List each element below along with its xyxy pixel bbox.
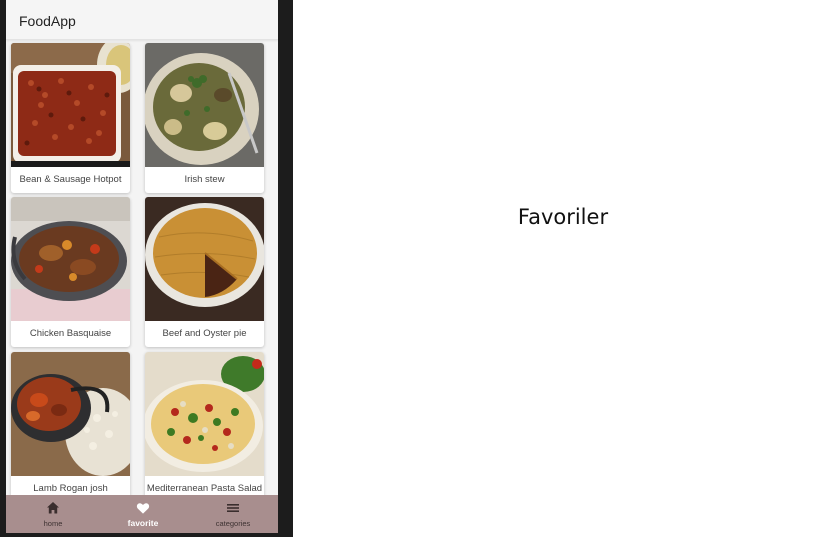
home-icon bbox=[47, 502, 59, 514]
recipe-image-lamb-rogan-josh bbox=[11, 352, 130, 476]
recipe-title: Lamb Rogan josh bbox=[33, 483, 108, 494]
nav-favorite[interactable]: favorite bbox=[98, 495, 188, 533]
favorites-heading: Favoriler bbox=[517, 205, 609, 229]
heart-icon bbox=[136, 503, 150, 514]
recipe-title: Chicken Basquaise bbox=[29, 328, 112, 339]
recipe-title: Mediterranean Pasta Salad bbox=[146, 483, 263, 494]
recipe-image-mediterranean-pasta-salad bbox=[145, 352, 264, 476]
nav-label-favorite: favorite bbox=[127, 518, 159, 528]
recipe-card-mediterranean-pasta-salad[interactable]: Mediterranean Pasta Salad bbox=[145, 352, 264, 495]
recipe-title: Beef and Oyster pie bbox=[162, 328, 247, 339]
recipe-card-lamb-rogan-josh[interactable]: Lamb Rogan josh bbox=[11, 352, 130, 495]
recipe-card-bean-sausage-hotpot[interactable]: Bean & Sausage Hotpot bbox=[11, 43, 130, 193]
recipe-image-chicken-basquaise bbox=[11, 197, 130, 321]
app-title: FoodApp bbox=[19, 13, 76, 29]
recipe-image-bean-sausage-hotpot bbox=[11, 43, 130, 167]
app-bar: FoodApp bbox=[6, 0, 278, 40]
menu-icon bbox=[227, 504, 239, 512]
recipe-card-irish-stew[interactable]: Irish stew bbox=[145, 43, 264, 193]
phone-frame: FoodApp Bean & Sausage Hotpot Irish stew… bbox=[0, 0, 293, 537]
nav-home[interactable]: home bbox=[8, 495, 98, 533]
app-screen: FoodApp Bean & Sausage Hotpot Irish stew… bbox=[6, 0, 278, 533]
recipe-image-beef-oyster-pie bbox=[145, 197, 264, 321]
bottom-navigation: home favorite categories bbox=[6, 495, 278, 533]
nav-label-home: home bbox=[43, 519, 63, 528]
nav-label-categories: categories bbox=[215, 519, 251, 528]
recipe-card-chicken-basquaise[interactable]: Chicken Basquaise bbox=[11, 197, 130, 347]
recipe-title: Irish stew bbox=[184, 174, 225, 185]
recipe-title: Bean & Sausage Hotpot bbox=[19, 174, 122, 185]
nav-categories[interactable]: categories bbox=[188, 495, 278, 533]
recipe-card-beef-oyster-pie[interactable]: Beef and Oyster pie bbox=[145, 197, 264, 347]
recipe-image-irish-stew bbox=[145, 43, 264, 167]
recipe-grid: Bean & Sausage Hotpot Irish stew Chicken… bbox=[6, 41, 278, 495]
